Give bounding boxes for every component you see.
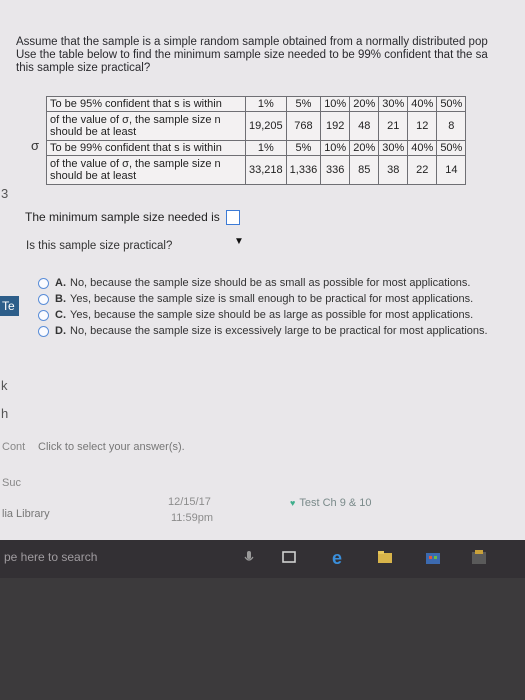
heart-icon: ♥	[290, 498, 296, 508]
edge-browser-icon[interactable]: e	[330, 548, 348, 566]
option-letter: B.	[55, 293, 66, 305]
table-cell: 1%	[245, 96, 287, 112]
answer-input[interactable]	[226, 210, 241, 226]
left-fragment-cont[interactable]: Cont	[2, 441, 25, 453]
table-cell: 50%	[436, 96, 467, 112]
table-cell: 192	[320, 111, 351, 141]
test-label: ♥ Test Ch 9 & 10	[290, 497, 372, 509]
practical-question: Is this sample size practical?	[26, 240, 173, 252]
row99-label: To be 99% confident that s is within	[46, 140, 246, 156]
answer-options: A. No, because the sample size should be…	[38, 275, 488, 339]
table-row: of the value of σ, the sample size n sho…	[46, 155, 467, 185]
svg-text:e: e	[332, 548, 342, 566]
table-row: To be 99% confident that s is within 1% …	[46, 140, 467, 156]
table-cell: 10%	[320, 140, 351, 156]
status-time: 11:59pm	[171, 512, 213, 524]
task-view-icon[interactable]	[280, 548, 298, 566]
radio-icon[interactable]	[38, 293, 49, 305]
radio-icon[interactable]	[38, 309, 49, 321]
left-fragment-library[interactable]: lia Library	[2, 508, 50, 520]
file-explorer-icon[interactable]	[376, 548, 394, 566]
taskbar-search[interactable]: pe here to search	[4, 550, 97, 564]
option-text: No, because the sample size should be as…	[70, 277, 471, 289]
option-letter: A.	[55, 277, 66, 289]
option-a[interactable]: A. No, because the sample size should be…	[38, 275, 488, 291]
table-cell: 1,336	[285, 155, 322, 185]
table-cell: 22	[407, 155, 438, 185]
left-fragment-k: k	[1, 378, 8, 393]
table-cell: 14	[436, 155, 467, 185]
table-cell: 768	[285, 111, 322, 141]
left-fragment-3: 3	[1, 186, 9, 201]
table-cell: 30%	[378, 96, 409, 112]
table-cell: 21	[378, 111, 409, 141]
test-name: Test Ch 9 & 10	[299, 497, 372, 509]
option-letter: D.	[55, 325, 66, 337]
left-fragment-suc: Suc	[2, 477, 21, 489]
answer-label: The minimum sample size needed is	[25, 210, 220, 224]
table-cell: 12	[407, 111, 438, 141]
table-cell: 8	[436, 111, 467, 141]
table-cell: 20%	[349, 140, 380, 156]
mouse-cursor-icon: ▼	[234, 236, 244, 247]
option-text: Yes, because the sample size is small en…	[70, 293, 474, 305]
table-cell: 10%	[320, 96, 351, 112]
table-cell: 5%	[285, 96, 322, 112]
sigma-symbol: σ	[31, 138, 40, 153]
app-icon[interactable]	[470, 548, 488, 566]
store-icon[interactable]	[424, 548, 442, 566]
table-cell: 1%	[245, 140, 287, 156]
row99-count-label: of the value of σ, the sample size n sho…	[46, 155, 246, 185]
option-d[interactable]: D. No, because the sample size is excess…	[38, 323, 488, 339]
question-text: Assume that the sample is a simple rando…	[16, 36, 525, 75]
question-line-2: Use the table below to find the minimum …	[16, 49, 488, 61]
table-cell: 336	[320, 155, 351, 185]
table-row: To be 95% confident that s is within 1% …	[46, 96, 467, 112]
option-text: No, because the sample size is excessive…	[70, 325, 488, 337]
option-letter: C.	[55, 309, 66, 321]
row95-label: To be 95% confident that s is within	[46, 96, 246, 112]
sample-size-table: To be 95% confident that s is within 1% …	[46, 96, 467, 185]
option-b[interactable]: B. Yes, because the sample size is small…	[38, 291, 488, 307]
table-cell: 40%	[407, 96, 438, 112]
screen: Assume that the sample is a simple rando…	[0, 0, 525, 578]
taskbar: pe here to search e	[0, 540, 525, 578]
table-cell: 48	[349, 111, 380, 141]
question-line-3: this sample size practical?	[16, 62, 151, 74]
table-cell: 19,205	[245, 111, 287, 141]
table-cell: 5%	[285, 140, 322, 156]
left-fragment-h: h	[1, 406, 9, 421]
table-cell: 85	[349, 155, 380, 185]
status-date: 12/15/17	[168, 496, 211, 508]
answer-row: The minimum sample size needed is	[25, 210, 241, 226]
radio-icon[interactable]	[38, 277, 49, 289]
table-cell: 30%	[378, 140, 409, 156]
table-cell: 50%	[436, 140, 467, 156]
table-cell: 40%	[407, 140, 438, 156]
left-tab-te[interactable]: Te	[0, 296, 19, 316]
table-cell: 38	[378, 155, 409, 185]
microphone-icon[interactable]	[240, 548, 258, 566]
option-c[interactable]: C. Yes, because the sample size should b…	[38, 307, 488, 323]
radio-icon[interactable]	[38, 325, 49, 337]
click-to-select-hint: Click to select your answer(s).	[38, 441, 185, 453]
table-cell: 20%	[349, 96, 380, 112]
option-text: Yes, because the sample size should be a…	[70, 309, 474, 321]
row95-count-label: of the value of σ, the sample size n sho…	[46, 111, 246, 141]
table-row: of the value of σ, the sample size n sho…	[46, 111, 467, 141]
question-line-1: Assume that the sample is a simple rando…	[16, 36, 488, 48]
table-cell: 33,218	[245, 155, 287, 185]
